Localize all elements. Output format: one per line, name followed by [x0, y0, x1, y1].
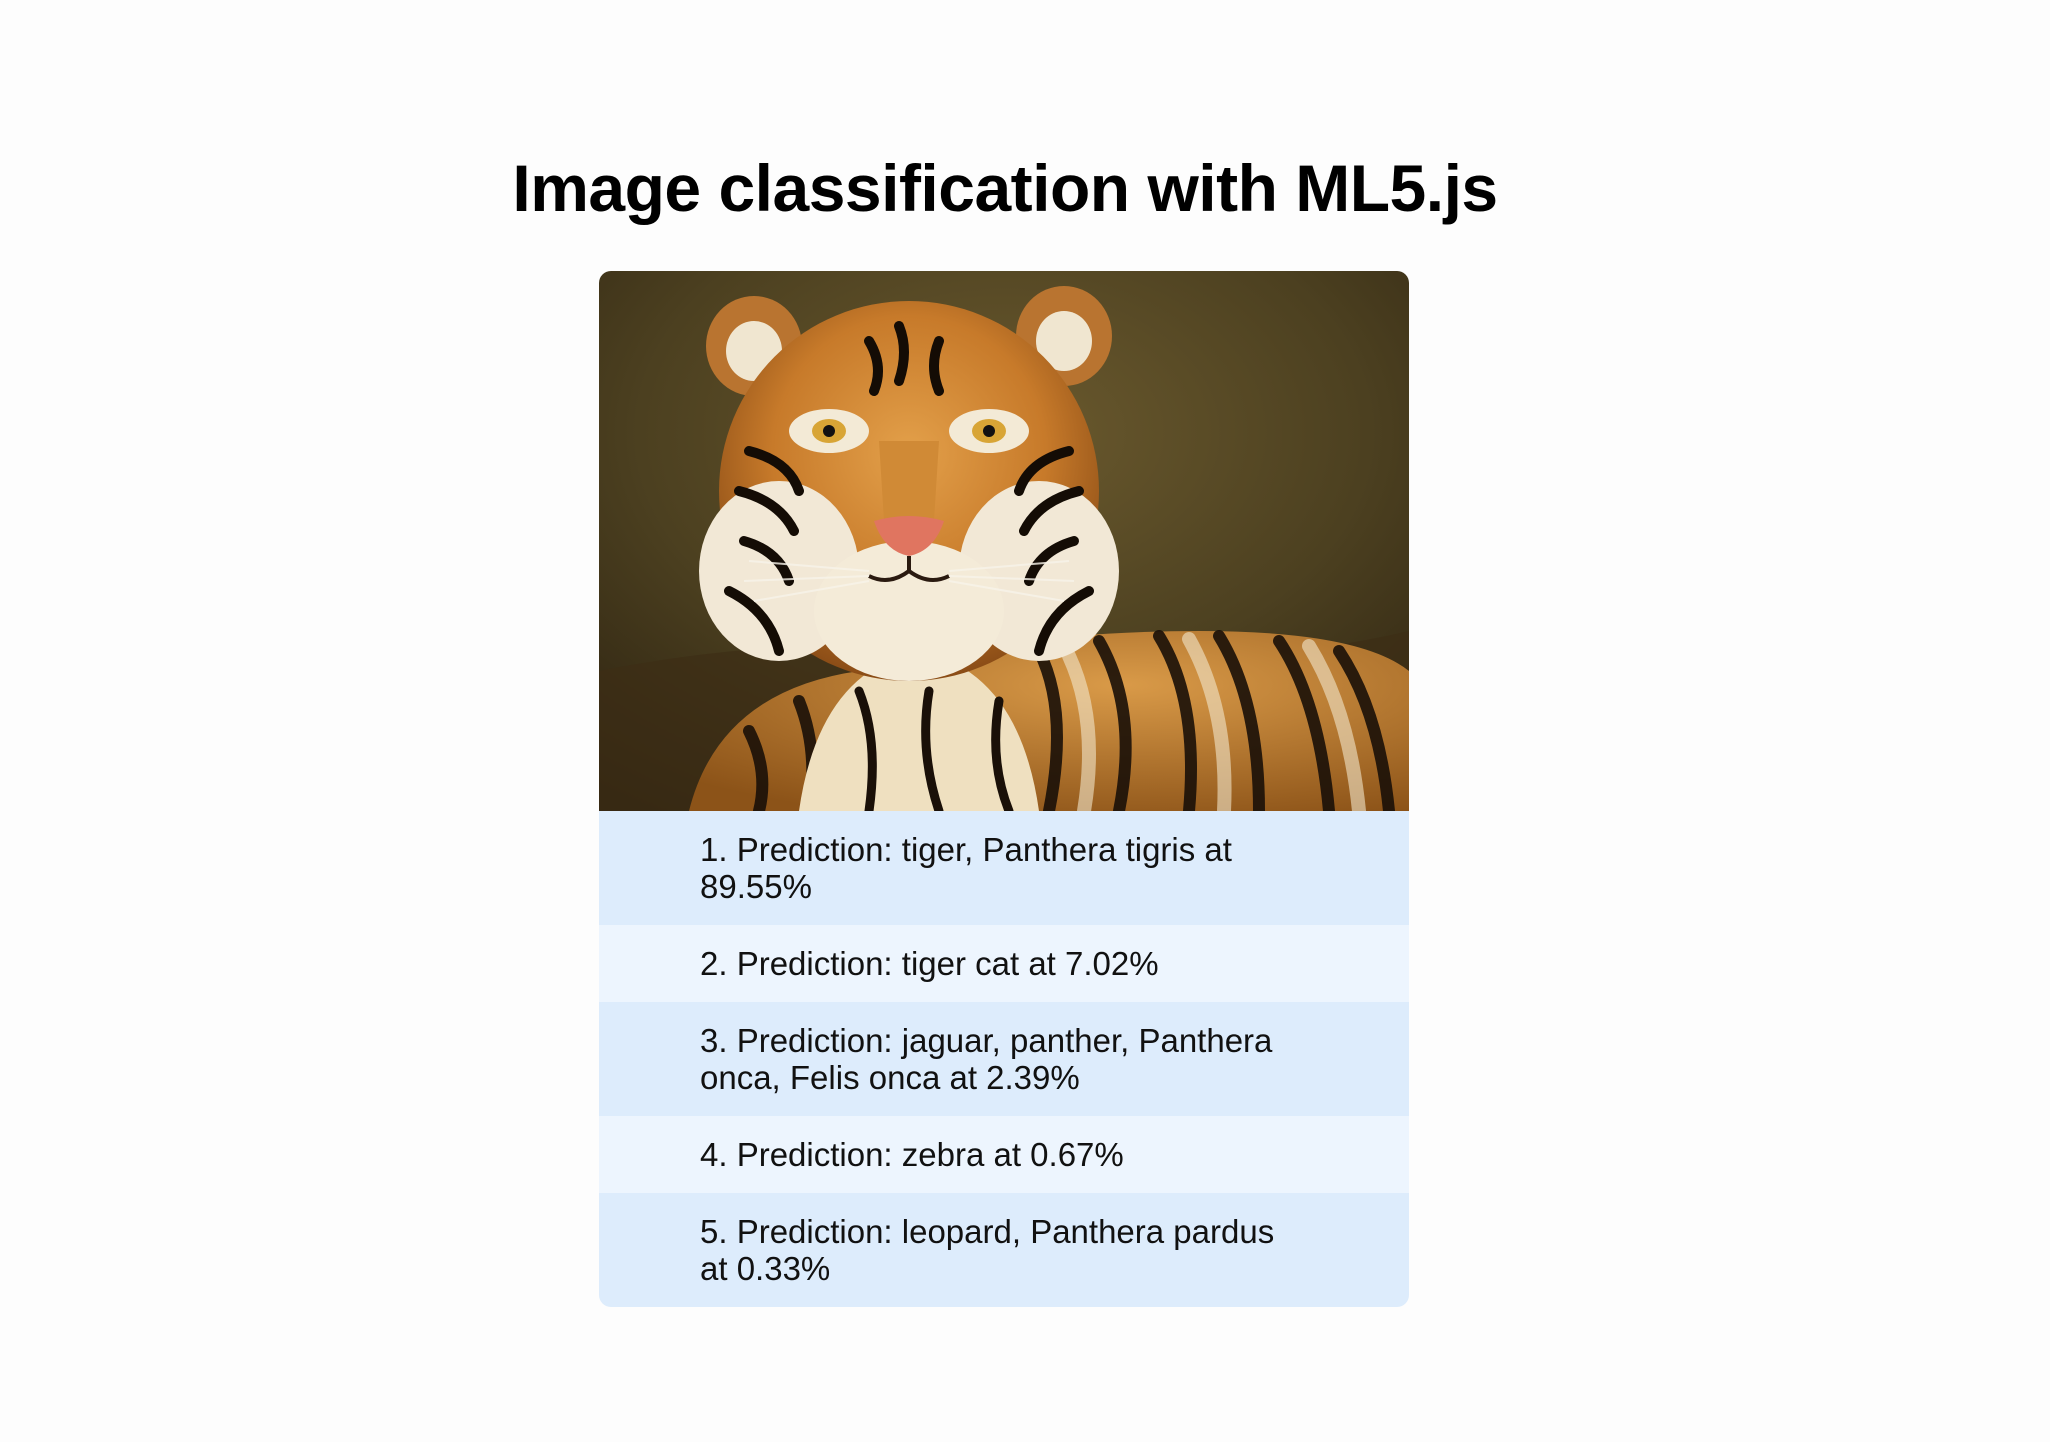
page-title: Image classification with ML5.js	[512, 151, 1498, 225]
tiger-photo	[599, 271, 1409, 811]
prediction-row-5: 5. Prediction: leopard, Panthera pardus …	[599, 1193, 1409, 1307]
classification-card: 1. Prediction: tiger, Panthera tigris at…	[599, 271, 1409, 1307]
prediction-list: 1. Prediction: tiger, Panthera tigris at…	[599, 811, 1409, 1307]
prediction-row-1: 1. Prediction: tiger, Panthera tigris at…	[599, 811, 1409, 925]
page: Image classification with ML5.js 1. Pred…	[0, 0, 2050, 1442]
prediction-row-4: 4. Prediction: zebra at 0.67%	[599, 1116, 1409, 1193]
prediction-row-2: 2. Prediction: tiger cat at 7.02%	[599, 925, 1409, 1002]
prediction-row-3: 3. Prediction: jaguar, panther, Panthera…	[599, 1002, 1409, 1116]
